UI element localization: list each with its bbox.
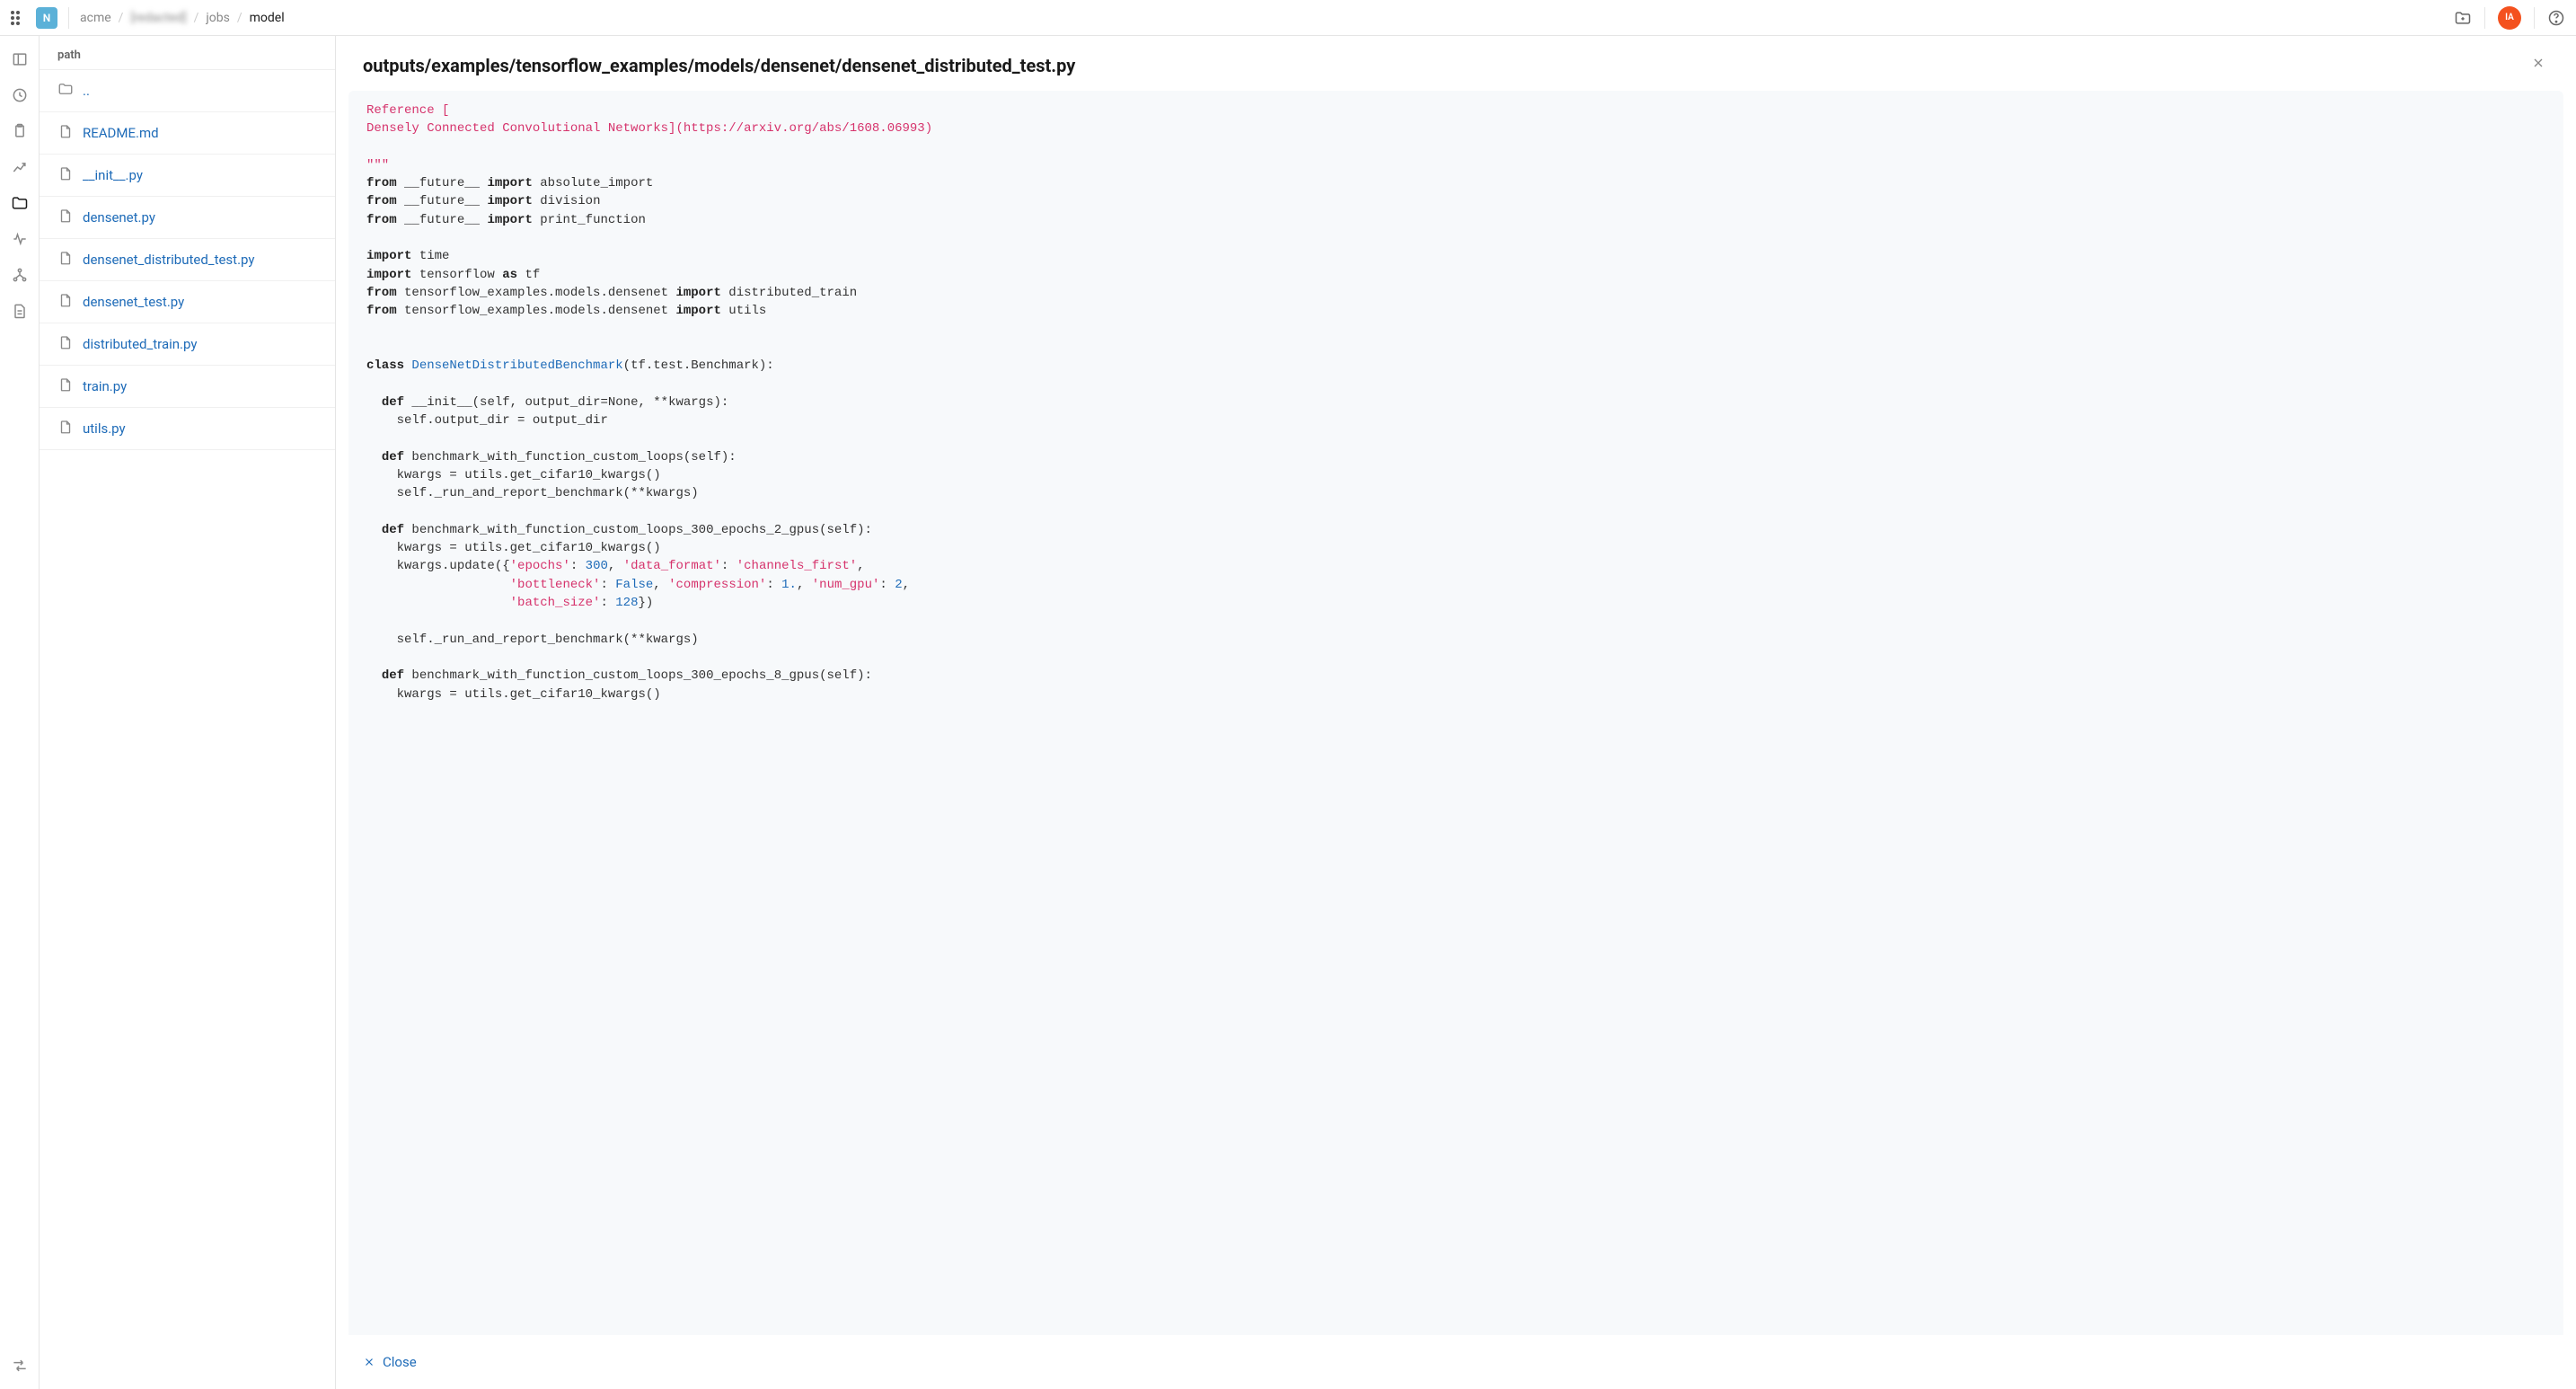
file-name: README.md	[83, 125, 159, 141]
file-row[interactable]: __init__.py	[40, 155, 335, 197]
file-icon	[57, 292, 74, 312]
breadcrumb-separator: /	[194, 11, 199, 25]
file-list: .. README.md __init__.py densenet.py densene…	[40, 70, 335, 450]
viewer-footer: Close	[336, 1335, 2576, 1389]
file-icon	[57, 250, 74, 270]
panel-icon[interactable]	[11, 50, 29, 68]
file-row[interactable]: densenet.py	[40, 197, 335, 239]
breadcrumb-separator: /	[237, 11, 243, 25]
file-icon	[57, 123, 74, 143]
avatar[interactable]: IA	[2498, 6, 2521, 30]
code-container[interactable]: Reference [ Densely Connected Convolutio…	[348, 91, 2563, 1335]
file-name: distributed_train.py	[83, 336, 197, 352]
code-viewer: outputs/examples/tensorflow_examples/mod…	[336, 36, 2576, 1389]
file-icon	[57, 208, 74, 227]
file-row[interactable]: utils.py	[40, 408, 335, 450]
file-icon	[57, 165, 74, 185]
left-rail	[0, 36, 40, 1389]
file-panel: path .. README.md __init__.py densenet.py de…	[40, 36, 336, 1389]
topbar-left: N acme / [redacted] / jobs / model	[11, 7, 285, 29]
breadcrumb-item[interactable]: acme	[80, 11, 111, 25]
file-icon	[57, 376, 74, 396]
breadcrumb-item[interactable]: [redacted]	[130, 11, 186, 25]
file-name: __init__.py	[83, 167, 143, 183]
breadcrumb: acme / [redacted] / jobs / model	[80, 11, 285, 25]
file-icon	[57, 334, 74, 354]
clock-icon[interactable]	[11, 86, 29, 104]
file-row[interactable]: densenet_distributed_test.py	[40, 239, 335, 281]
file-row[interactable]: README.md	[40, 112, 335, 155]
divider	[2534, 7, 2535, 29]
file-name: densenet_test.py	[83, 294, 184, 310]
expand-icon[interactable]	[11, 1357, 29, 1375]
chart-icon[interactable]	[11, 158, 29, 176]
breadcrumb-item[interactable]: jobs	[206, 11, 229, 25]
document-icon[interactable]	[11, 302, 29, 320]
file-icon	[57, 419, 74, 438]
breadcrumb-item-current[interactable]: model	[250, 11, 285, 25]
tree-icon[interactable]	[11, 266, 29, 284]
viewer-header: outputs/examples/tensorflow_examples/mod…	[336, 36, 2576, 91]
close-button-label: Close	[383, 1354, 417, 1370]
close-icon[interactable]	[2527, 52, 2549, 78]
topbar: N acme / [redacted] / jobs / model IA	[0, 0, 2576, 36]
activity-icon[interactable]	[11, 230, 29, 248]
file-name: utils.py	[83, 420, 126, 437]
file-panel-header: path	[40, 36, 335, 70]
folder-icon[interactable]	[11, 194, 29, 212]
file-name: train.py	[83, 378, 127, 394]
divider	[68, 7, 69, 29]
breadcrumb-separator: /	[119, 11, 124, 25]
help-icon[interactable]	[2547, 9, 2565, 27]
folder-icon	[57, 81, 74, 101]
file-row[interactable]: distributed_train.py	[40, 323, 335, 366]
file-row[interactable]: densenet_test.py	[40, 281, 335, 323]
divider	[2484, 7, 2485, 29]
close-button[interactable]: Close	[363, 1354, 417, 1370]
file-name: ..	[83, 83, 90, 99]
file-row[interactable]: train.py	[40, 366, 335, 408]
workspace-badge[interactable]: N	[36, 7, 57, 29]
topbar-right: IA	[2454, 6, 2565, 30]
folder-row[interactable]: ..	[40, 70, 335, 112]
code-content: Reference [ Densely Connected Convolutio…	[348, 94, 2563, 711]
file-name: densenet.py	[83, 209, 155, 226]
clipboard-icon[interactable]	[11, 122, 29, 140]
file-name: densenet_distributed_test.py	[83, 252, 254, 268]
app-menu-icon[interactable]	[11, 11, 25, 25]
main: path .. README.md __init__.py densenet.py de…	[0, 36, 2576, 1389]
viewer-title: outputs/examples/tensorflow_examples/mod…	[363, 55, 1075, 76]
folder-add-icon[interactable]	[2454, 9, 2472, 27]
